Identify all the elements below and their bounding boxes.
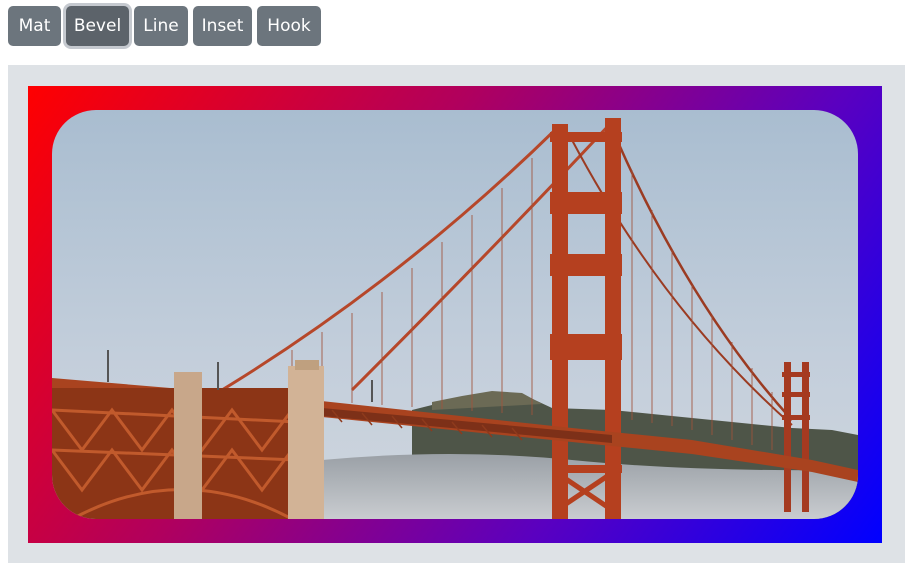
inset-button[interactable]: Inset (193, 6, 252, 46)
mat-button[interactable]: Mat (8, 6, 61, 46)
bevel-button[interactable]: Bevel (66, 6, 129, 46)
line-button[interactable]: Line (134, 6, 188, 46)
hook-button[interactable]: Hook (257, 6, 321, 46)
framed-photo (52, 110, 858, 519)
gradient-frame (28, 86, 882, 543)
preview-stage (8, 65, 905, 563)
golden-gate-bridge-icon (52, 110, 858, 519)
